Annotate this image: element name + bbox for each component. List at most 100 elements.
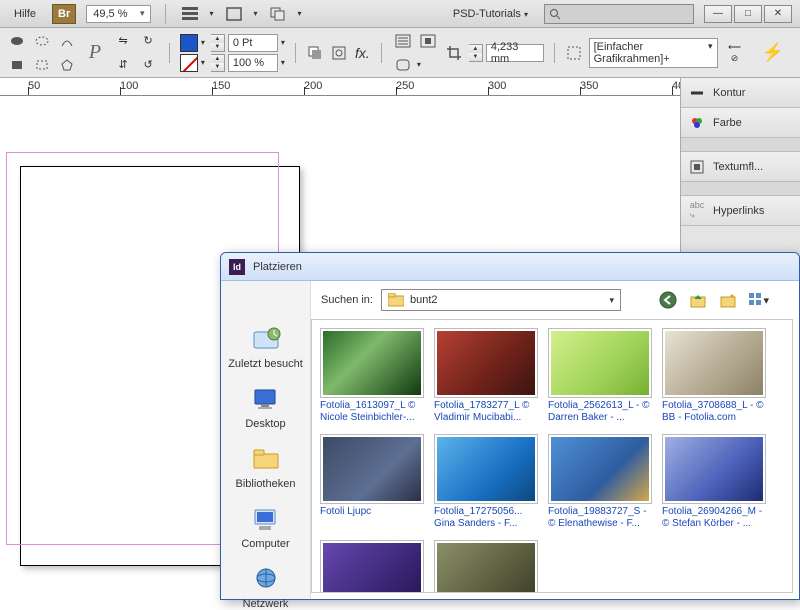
quick-apply-icon[interactable]: ⚡ [752, 42, 794, 63]
control-toolbar: P ⇋ ↻ ⇵ ↺ ▾ ▾ ▲▼ 0 Pt▾ ▲▼ 100 %▾ fx. [0, 28, 800, 78]
sidebar-recent[interactable]: Zuletzt besucht [228, 326, 303, 370]
drop-shadow-icon[interactable] [306, 42, 324, 64]
search-input[interactable] [544, 4, 694, 24]
thumb-caption: Fotolia_3708688_L - © BB - Fotolia.com [662, 400, 766, 424]
panel-textumfluss[interactable]: Textumfl... [681, 152, 800, 182]
menu-bar: Hilfe Br 49,5 % ▾ ▾ ▾ PSD-Tutorials ▾ — … [0, 0, 800, 28]
thumb-caption: Fotolia_1613097_L © Nicole Steinbichler-… [320, 400, 424, 424]
separator [169, 43, 170, 63]
thumb-caption: Fotolia_17275056... Gina Sanders - F... [434, 506, 538, 530]
flip-h-icon[interactable]: ⇋ [112, 30, 134, 52]
panel-label: Farbe [713, 117, 742, 129]
corner-size-input[interactable]: 4,233 mm [486, 44, 544, 62]
thumbnail-grid: Fotolia_1613097_L © Nicole Steinbichler-… [311, 319, 793, 593]
opacity-spinner[interactable]: ▲▼ [211, 54, 225, 72]
file-thumb[interactable]: Fotoli © Joh [434, 540, 538, 593]
minimize-button[interactable]: — [704, 5, 732, 23]
zoom-dropdown[interactable]: 49,5 % [86, 5, 150, 23]
thumb-caption: Fotolia_1783277_L © Vladimir Mucibabi... [434, 400, 538, 424]
textwrap-icon [689, 159, 705, 175]
rotate-cw-icon[interactable]: ↻ [137, 30, 159, 52]
panel-label: Hyperlinks [713, 205, 764, 217]
color-icon [689, 115, 705, 131]
help-menu[interactable]: Hilfe [8, 5, 42, 23]
stroke-swatch[interactable] [180, 54, 198, 72]
hyperlink-icon: abc⤷ [689, 203, 705, 219]
up-folder-icon[interactable] [687, 289, 709, 311]
rect-solid-icon[interactable] [6, 54, 28, 76]
frame-fitting-icon[interactable] [565, 42, 583, 64]
file-thumb[interactable]: Fotolia_1613097_L © Nicole Steinbichler-… [320, 328, 424, 424]
close-button[interactable]: ✕ [764, 5, 792, 23]
rotate-ccw-icon[interactable]: ↺ [137, 54, 159, 76]
lookin-bar: Suchen in: bunt2 ▾ [311, 281, 799, 319]
dialog-title: Platzieren [253, 261, 302, 273]
rect-dashed-icon[interactable] [31, 54, 53, 76]
prev-style-icon[interactable]: ⟵ [724, 42, 746, 52]
sidebar-desktop[interactable]: Desktop [245, 386, 285, 430]
separator [165, 4, 166, 24]
panel-farbe[interactable]: Farbe [681, 108, 800, 138]
maximize-button[interactable]: □ [734, 5, 762, 23]
separator [295, 43, 296, 63]
text-wrap-none-icon[interactable] [392, 30, 414, 52]
screen-mode-icon[interactable] [224, 4, 244, 24]
stroke-icon [689, 85, 705, 101]
separator [381, 43, 382, 63]
file-thumb[interactable]: Fotolia_26904266_M - © Stefan Körber - .… [662, 434, 766, 530]
thumb-caption: Fotolia_26904266_M - © Stefan Körber - .… [662, 506, 766, 530]
folder-dropdown[interactable]: bunt2 [381, 289, 621, 311]
arrange-icon[interactable] [268, 4, 288, 24]
file-thumb[interactable]: Fotolia_3708688_L - © BB - Fotolia.com [662, 328, 766, 424]
panel-label: Textumfl... [713, 161, 763, 173]
crop-icon[interactable] [445, 42, 463, 64]
view-menu-icon[interactable]: ▾ [747, 289, 769, 311]
bridge-badge[interactable]: Br [52, 4, 76, 24]
clear-override-icon[interactable]: ⊘ [724, 53, 746, 63]
polygon-icon[interactable] [56, 54, 78, 76]
window-controls: — □ ✕ [704, 5, 792, 23]
places-sidebar: Zuletzt besucht Desktop Bibliotheken Com… [221, 281, 311, 599]
file-thumb[interactable]: Fotolia_1783277_L © Vladimir Mucibabi... [434, 328, 538, 424]
text-wrap-bbox-icon[interactable] [417, 30, 439, 52]
file-thumb[interactable]: Fotolia_37564542_© Cmon - Fotolia.com [320, 540, 424, 593]
dialog-titlebar[interactable]: Id Platzieren [221, 253, 799, 281]
panel-hyperlinks[interactable]: abc⤷ Hyperlinks [681, 196, 800, 226]
thumb-caption: Fotolia_2562613_L - © Darren Baker - ... [548, 400, 652, 424]
lookin-label: Suchen in: [321, 294, 373, 306]
back-icon[interactable] [657, 289, 679, 311]
stroke-spinner[interactable]: ▲▼ [211, 34, 225, 52]
panel-label: Kontur [713, 87, 745, 99]
file-thumb[interactable]: Fotolia_19883727_S - © Elenathewise - F.… [548, 434, 652, 530]
file-thumb[interactable]: Fotoli Ljupc [320, 434, 424, 530]
ellipse-solid-icon[interactable] [6, 30, 28, 52]
corner-options-icon[interactable] [392, 54, 414, 76]
panel-spacer [681, 138, 800, 152]
panel-spacer [681, 182, 800, 196]
flip-v-icon[interactable]: ⇵ [112, 54, 134, 76]
app-icon: Id [229, 259, 245, 275]
object-style-dropdown[interactable]: [Einfacher Grafikrahmen]+ [589, 38, 718, 68]
opacity-input[interactable]: 100 % [228, 54, 278, 72]
panel-kontur[interactable]: Kontur [681, 78, 800, 108]
sidebar-computer[interactable]: Computer [241, 506, 289, 550]
thumb-caption: Fotoli Ljupc [320, 506, 424, 518]
separator [554, 43, 555, 63]
fill-swatch[interactable] [180, 34, 198, 52]
bezier-icon[interactable] [56, 30, 78, 52]
file-thumb[interactable]: Fotolia_2562613_L - © Darren Baker - ... [548, 328, 652, 424]
view-options-icon[interactable] [180, 4, 200, 24]
workspace-switcher[interactable]: PSD-Tutorials ▾ [447, 5, 534, 23]
thumb-caption: Fotolia_19883727_S - © Elenathewise - F.… [548, 506, 652, 530]
sidebar-libraries[interactable]: Bibliotheken [236, 446, 296, 490]
stroke-weight-input[interactable]: 0 Pt [228, 34, 278, 52]
ruler-horizontal: 50 100 150 200 250 300 350 400 [0, 78, 680, 96]
fx-icon[interactable]: fx. [354, 42, 371, 64]
new-folder-icon[interactable] [717, 289, 739, 311]
sidebar-network[interactable]: Netzwerk [243, 566, 289, 610]
ellipse-dashed-icon[interactable] [31, 30, 53, 52]
paragraph-style-icon[interactable]: P [84, 42, 106, 64]
size-spinner[interactable]: ▲▼ [469, 44, 483, 62]
file-thumb[interactable]: Fotolia_17275056... Gina Sanders - F... [434, 434, 538, 530]
effects-icon[interactable] [330, 42, 348, 64]
